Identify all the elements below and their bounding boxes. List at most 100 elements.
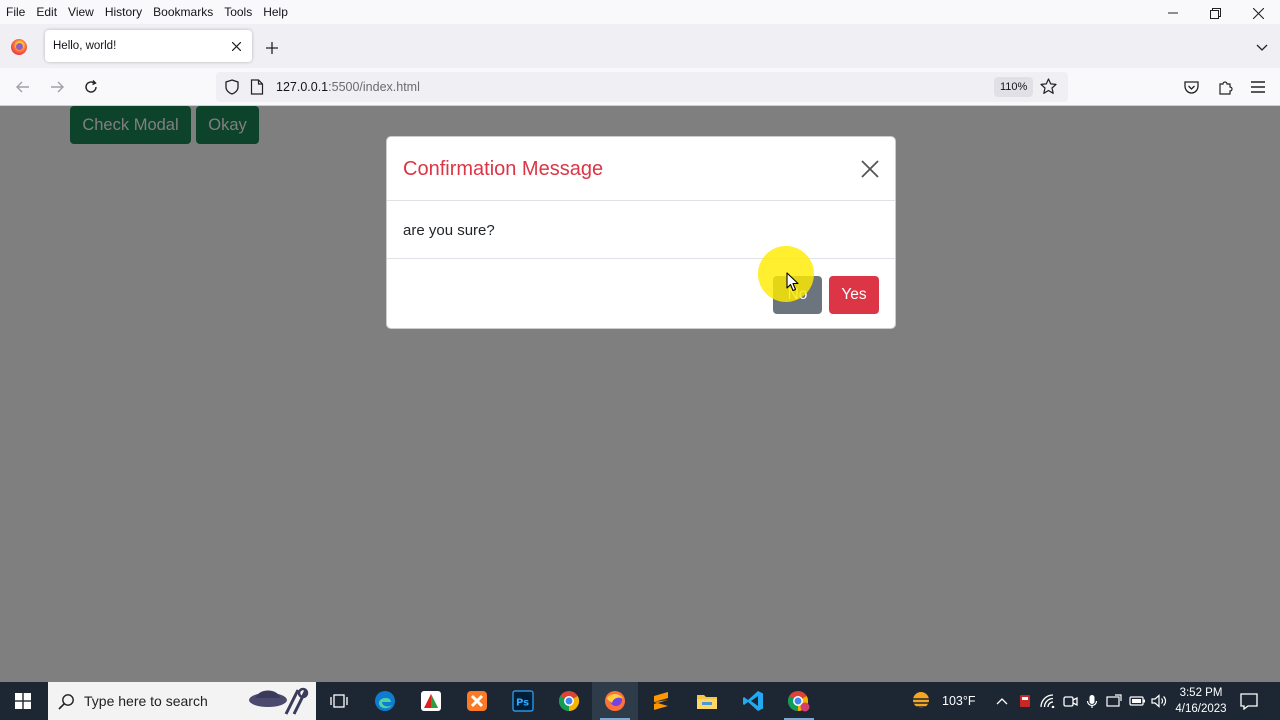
tray-display[interactable]: [1106, 693, 1122, 709]
search-icon: [58, 694, 74, 710]
url-path: :5500/index.html: [328, 80, 420, 94]
puzzle-piece-icon: [1218, 80, 1233, 95]
colorful-app-icon: [421, 691, 441, 711]
close-window-button[interactable]: [1237, 0, 1280, 26]
menu-history[interactable]: History: [99, 2, 147, 22]
menu-file[interactable]: File: [0, 2, 30, 22]
taskbar-firefox[interactable]: [592, 682, 638, 720]
modal-title: Confirmation Message: [403, 158, 604, 180]
chevron-up-icon: [996, 698, 1008, 705]
xampp-icon: [467, 691, 487, 711]
mouse-pointer-icon: [786, 272, 799, 292]
url-host: 127.0.0.1: [276, 80, 329, 94]
tab-hello-world[interactable]: Hello, world!: [45, 30, 252, 62]
taskbar-sublime-text[interactable]: [638, 682, 684, 720]
app-menu-button[interactable]: [1247, 76, 1269, 98]
extensions-button[interactable]: [1214, 76, 1236, 98]
windows-taskbar: Type here to search Ps 103°F 3:52 PM 4/1…: [0, 682, 1280, 720]
modal-header: Confirmation Message: [387, 137, 895, 201]
page-content: Check Modal Okay Confirmation Message ar…: [0, 106, 1280, 682]
close-icon: [861, 160, 879, 178]
tab-bar: Hello, world!: [0, 24, 1280, 68]
microphone-icon: [1086, 694, 1098, 708]
sublime-text-icon: [654, 692, 668, 710]
menu-view[interactable]: View: [62, 2, 99, 22]
menu-bookmarks[interactable]: Bookmarks: [147, 2, 218, 22]
show-hidden-icons-button[interactable]: [994, 693, 1010, 709]
weather-widget[interactable]: 103°F: [908, 682, 976, 720]
taskbar-photoshop[interactable]: Ps: [500, 682, 546, 720]
bookmark-star-icon[interactable]: [1040, 78, 1057, 95]
reload-button[interactable]: [80, 76, 102, 98]
taskbar-chrome-profile[interactable]: [776, 682, 822, 720]
chevron-down-icon: [1256, 44, 1268, 51]
reload-icon: [85, 80, 97, 93]
taskbar-chrome[interactable]: [546, 682, 592, 720]
taskbar-app-red-green[interactable]: [408, 682, 454, 720]
start-button[interactable]: [0, 682, 46, 720]
chrome-profile-icon: [787, 691, 810, 712]
clock-time: 3:52 PM: [1179, 687, 1223, 699]
firefox-icon: [605, 691, 625, 711]
windows-logo-icon: [15, 693, 31, 709]
display-icon: [1106, 694, 1122, 707]
zoom-level-badge[interactable]: 110%: [994, 77, 1034, 97]
notification-center-icon[interactable]: [1240, 693, 1258, 710]
menu-tools[interactable]: Tools: [218, 2, 257, 22]
new-tab-button[interactable]: [262, 38, 282, 58]
weather-temperature: 103°F: [942, 694, 976, 708]
search-highlight-art-icon: [249, 687, 309, 715]
restore-button[interactable]: [1194, 0, 1237, 26]
yes-button[interactable]: Yes: [829, 276, 879, 314]
taskbar-file-explorer[interactable]: [684, 682, 730, 720]
speaker-icon: [1151, 694, 1167, 708]
tab-close-button[interactable]: [228, 38, 244, 54]
list-all-tabs-button[interactable]: [1254, 40, 1270, 56]
chrome-icon: [558, 691, 580, 712]
plus-icon: [266, 42, 278, 54]
close-icon: [1253, 7, 1264, 19]
forward-button[interactable]: [46, 76, 68, 98]
taskbar-vscode[interactable]: [730, 682, 776, 720]
navigation-toolbar: 127.0.0.1:5500/index.html 110%: [0, 68, 1280, 106]
hamburger-menu-icon: [1251, 81, 1265, 93]
menu-edit[interactable]: Edit: [30, 2, 62, 22]
battery-plug-icon: [1129, 696, 1145, 706]
url-bar[interactable]: 127.0.0.1:5500/index.html 110%: [216, 72, 1068, 102]
back-button[interactable]: [12, 76, 34, 98]
search-placeholder: Type here to search: [84, 693, 208, 709]
pocket-icon: [1183, 81, 1199, 94]
confirmation-modal: Confirmation Message are you sure? No Ye…: [386, 136, 896, 329]
url-text: 127.0.0.1:5500/index.html: [276, 80, 420, 94]
taskbar-search-box[interactable]: Type here to search: [48, 682, 316, 720]
tab-title: Hello, world!: [53, 40, 117, 52]
minimize-icon: [1167, 12, 1178, 14]
tray-microphone[interactable]: [1084, 693, 1100, 709]
firefox-view-icon[interactable]: [11, 39, 27, 55]
tray-meet-now[interactable]: [1062, 693, 1078, 709]
taskbar-task-view[interactable]: [316, 682, 362, 720]
photoshop-icon: Ps: [512, 690, 534, 712]
restore-icon: [1210, 7, 1221, 19]
camera-icon: [1062, 695, 1078, 707]
edge-icon: [375, 691, 395, 711]
modal-body-text: are you sure?: [403, 222, 495, 239]
taskbar-clock[interactable]: 3:52 PM 4/16/2023: [1166, 685, 1236, 717]
arrow-left-icon: [16, 81, 29, 93]
tray-network[interactable]: [1040, 693, 1056, 709]
page-info-icon[interactable]: [250, 79, 264, 95]
vscode-icon: [743, 691, 763, 711]
taskbar-xampp[interactable]: [454, 682, 500, 720]
modal-close-button[interactable]: [859, 158, 881, 180]
recorder-tray-icon: [1020, 695, 1030, 707]
folder-icon: [697, 695, 717, 709]
tray-app-red[interactable]: [1017, 693, 1033, 709]
taskbar-edge[interactable]: [362, 682, 408, 720]
menu-help[interactable]: Help: [257, 2, 293, 22]
pocket-button[interactable]: [1180, 76, 1202, 98]
clock-date: 4/16/2023: [1175, 703, 1227, 715]
tracking-protection-icon[interactable]: [224, 79, 240, 95]
tray-volume[interactable]: [1151, 693, 1167, 709]
tray-battery[interactable]: [1129, 693, 1145, 709]
minimize-button[interactable]: [1151, 0, 1194, 26]
